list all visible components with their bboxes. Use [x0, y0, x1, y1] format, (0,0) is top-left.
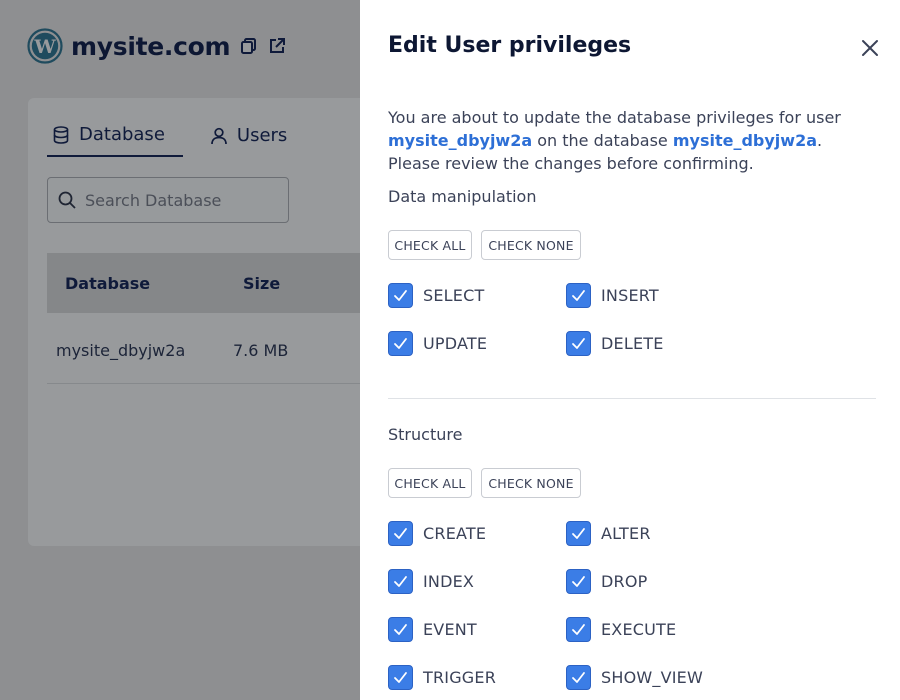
search-input[interactable]	[85, 190, 275, 210]
checkbox[interactable]	[388, 665, 413, 690]
privilege-checkbox-create[interactable]: CREATE	[388, 521, 486, 546]
privilege-label: TRIGGER	[423, 668, 497, 687]
site-header: W mysite.com	[27, 28, 286, 64]
tab-database-label: Database	[79, 124, 165, 145]
checkbox[interactable]	[388, 617, 413, 642]
check-icon	[394, 338, 407, 349]
privilege-checkbox-trigger[interactable]: TRIGGER	[388, 665, 496, 690]
privilege-checkbox-delete[interactable]: DELETE	[566, 331, 664, 356]
intro-text: You are about to update the database pri…	[388, 106, 878, 175]
privilege-checkbox-insert[interactable]: INSERT	[566, 283, 659, 308]
checkbox[interactable]	[388, 569, 413, 594]
privilege-label: DROP	[601, 572, 648, 591]
check-none-button[interactable]: CHECK NONE	[481, 468, 581, 498]
privilege-checkbox-select[interactable]: SELECT	[388, 283, 484, 308]
cell-database-name: mysite_dbyjw2a	[56, 341, 186, 360]
privilege-checkbox-update[interactable]: UPDATE	[388, 331, 487, 356]
privilege-label: ALTER	[601, 524, 651, 543]
checkbox[interactable]	[388, 331, 413, 356]
close-icon[interactable]	[858, 36, 882, 60]
cell-database-size: 7.6 MB	[233, 341, 289, 360]
check-icon	[394, 624, 407, 635]
tab-bar: Database Users	[47, 118, 291, 157]
privilege-label: SHOW_VIEW	[601, 668, 703, 687]
intro-user: mysite_dbyjw2a	[388, 131, 533, 150]
privilege-label: INDEX	[423, 572, 475, 591]
database-icon	[53, 125, 69, 144]
wordpress-logo-icon: W	[27, 28, 63, 64]
tab-users[interactable]: Users	[205, 118, 291, 157]
edit-privileges-panel: Edit User privileges You are about to up…	[360, 0, 900, 700]
privilege-label: EXECUTE	[601, 620, 677, 639]
privilege-label: INSERT	[601, 286, 659, 305]
checkbox[interactable]	[388, 521, 413, 546]
check-all-button[interactable]: CHECK ALL	[388, 230, 472, 260]
check-icon	[572, 576, 585, 587]
intro-prefix: You are about to update the database pri…	[388, 108, 841, 127]
tab-database[interactable]: Database	[47, 118, 183, 157]
section-divider	[388, 398, 876, 399]
checkbox[interactable]	[566, 331, 591, 356]
check-icon	[394, 290, 407, 301]
check-icon	[394, 672, 407, 683]
privilege-checkbox-execute[interactable]: EXECUTE	[566, 617, 676, 642]
check-icon	[572, 672, 585, 683]
privilege-checkbox-show-view[interactable]: SHOW_VIEW	[566, 665, 703, 690]
copy-icon[interactable]	[240, 37, 258, 55]
privilege-checkbox-index[interactable]: INDEX	[388, 569, 474, 594]
privilege-label: SELECT	[423, 286, 485, 305]
section-label-data-manipulation: Data manipulation	[388, 187, 537, 206]
svg-text:W: W	[33, 36, 56, 58]
search-icon	[58, 191, 76, 209]
section-label-structure: Structure	[388, 425, 463, 444]
checkbox[interactable]	[566, 617, 591, 642]
check-icon	[572, 290, 585, 301]
privilege-checkbox-event[interactable]: EVENT	[388, 617, 477, 642]
check-icon	[572, 624, 585, 635]
panel-title: Edit User privileges	[388, 33, 632, 58]
privilege-checkbox-drop[interactable]: DROP	[566, 569, 647, 594]
checkbox[interactable]	[388, 283, 413, 308]
column-header-size: Size	[243, 273, 281, 293]
table-row[interactable]: mysite_dbyjw2a 7.6 MB	[47, 318, 367, 384]
intro-database: mysite_dbyjw2a	[672, 131, 817, 150]
user-icon	[211, 127, 227, 144]
search-box[interactable]	[47, 177, 289, 223]
checkbox[interactable]	[566, 283, 591, 308]
external-link-icon[interactable]	[268, 37, 286, 55]
intro-mid: on the database	[532, 131, 673, 150]
check-all-button[interactable]: CHECK ALL	[388, 468, 472, 498]
privilege-label: DELETE	[601, 334, 664, 353]
tab-users-label: Users	[236, 125, 288, 146]
privilege-label: CREATE	[423, 524, 487, 543]
checkbox[interactable]	[566, 569, 591, 594]
check-icon	[394, 576, 407, 587]
privilege-label: UPDATE	[423, 334, 488, 353]
checkbox[interactable]	[566, 665, 591, 690]
column-header-database: Database	[65, 273, 151, 293]
check-icon	[572, 338, 585, 349]
check-icon	[572, 528, 585, 539]
checkbox[interactable]	[566, 521, 591, 546]
check-icon	[394, 528, 407, 539]
privilege-label: EVENT	[423, 620, 477, 639]
site-title: mysite.com	[71, 31, 231, 61]
table-header: Database Size	[47, 253, 367, 313]
check-none-button[interactable]: CHECK NONE	[481, 230, 581, 260]
privilege-checkbox-alter[interactable]: ALTER	[566, 521, 651, 546]
